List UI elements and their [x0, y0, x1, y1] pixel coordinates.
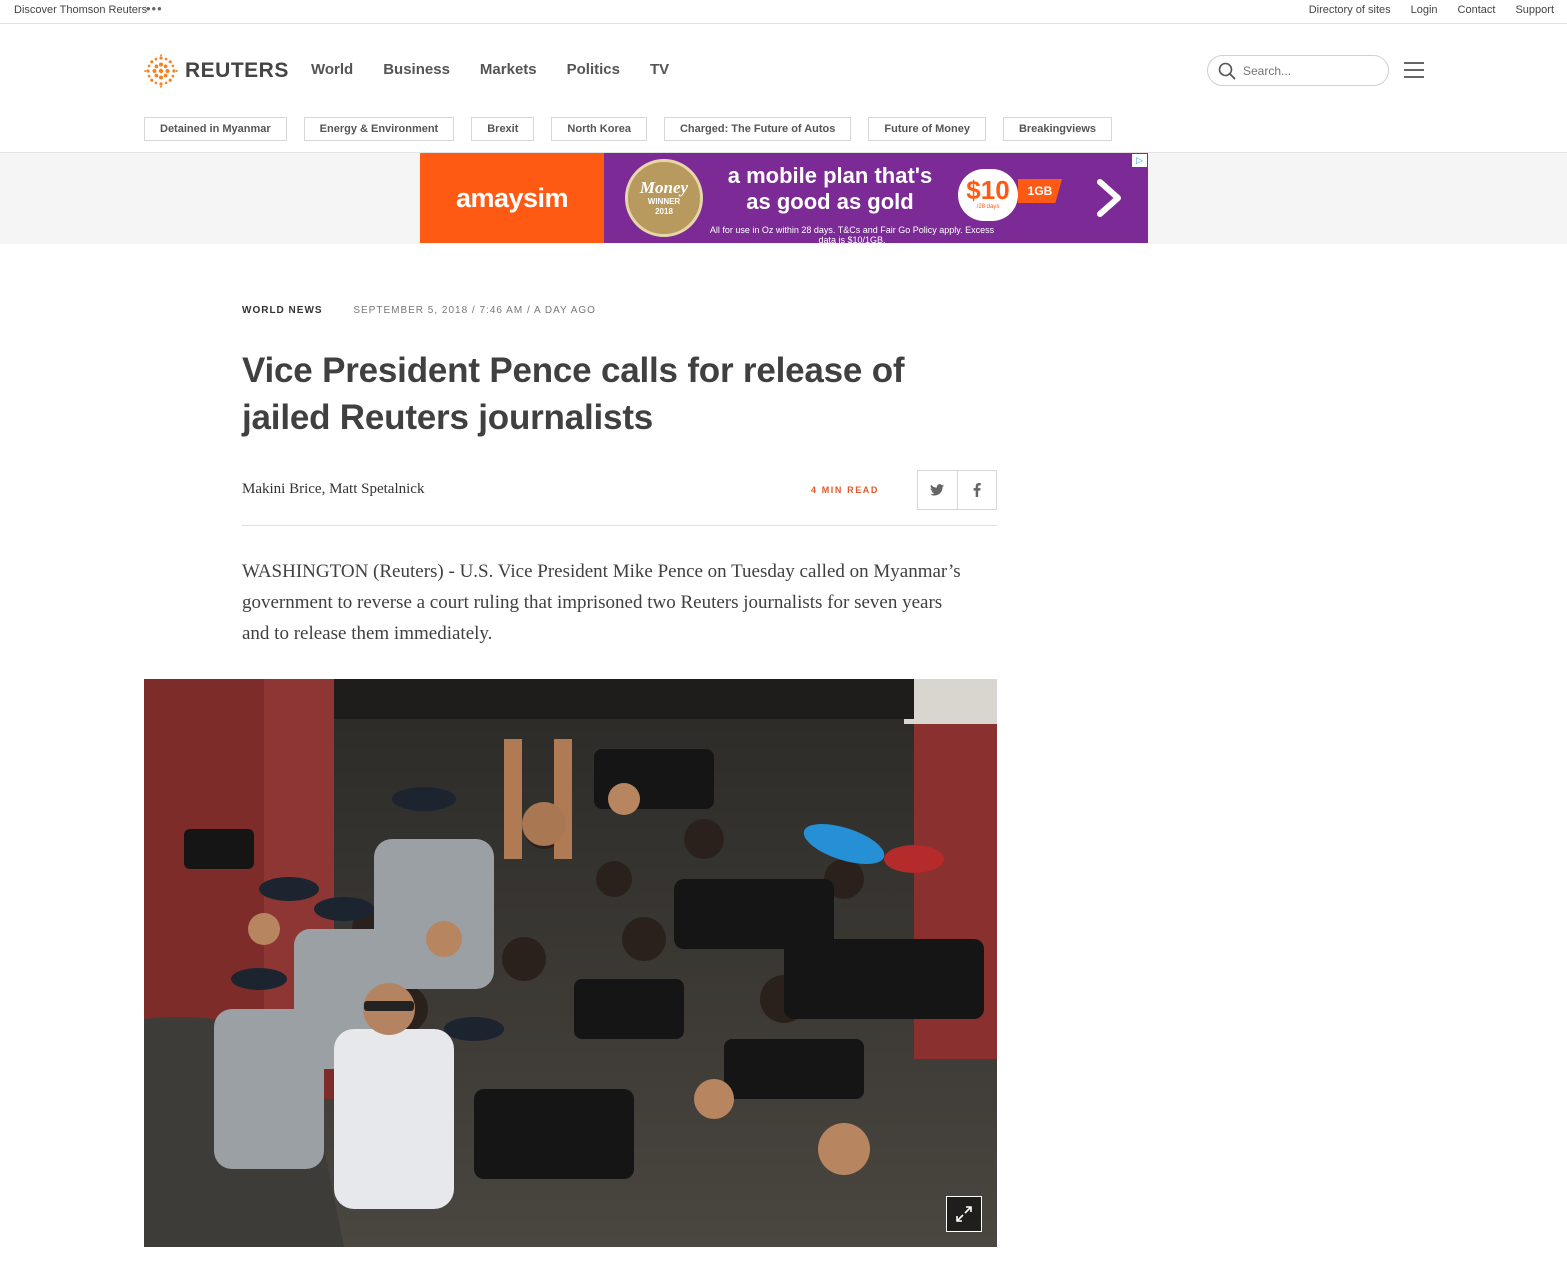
article-photo[interactable]: [144, 679, 997, 1247]
ad-brand-logo: amaysim: [420, 153, 604, 243]
expand-photo-button[interactable]: [946, 1196, 982, 1232]
article-meta: WORLD NEWS SEPTEMBER 5, 2018 / 7:46 AM /…: [242, 305, 596, 316]
ad-badge-winner: WINNER: [647, 197, 681, 206]
tag-brexit[interactable]: Brexit: [471, 117, 535, 141]
reuters-logo-mark-icon: [144, 54, 178, 88]
ad-headline-line1: a mobile plan that's: [727, 163, 933, 188]
ad-badge-title: Money: [639, 178, 689, 197]
discover-thomson-reuters-link[interactable]: Discover Thomson Reuters: [14, 4, 147, 16]
utility-bar: Discover Thomson Reuters ••• Directory o…: [0, 0, 1567, 24]
tag-energy-environment[interactable]: Energy & Environment: [303, 117, 455, 141]
article-dateline: SEPTEMBER 5, 2018 / 7:46 AM / A DAY AGO: [353, 305, 596, 316]
ad-fine-print: All for use in Oz within 28 days. T&Cs a…: [709, 225, 995, 243]
tag-north-korea[interactable]: North Korea: [551, 117, 647, 141]
amaysim-banner-ad[interactable]: amaysim Money WINNER 2018 a mobile plan …: [420, 153, 1148, 243]
ad-data-amount: 1GB: [1018, 179, 1062, 203]
utility-links: Directory of sites Login Contact Support: [1309, 4, 1554, 16]
ad-chevron-right-icon[interactable]: [1092, 176, 1126, 220]
ad-strip: amaysim Money WINNER 2018 a mobile plan …: [0, 153, 1567, 244]
press-crowd-photo-illustration: [144, 679, 997, 1247]
reuters-logo-text: REUTERS: [185, 59, 289, 82]
share-twitter-button[interactable]: [918, 471, 957, 509]
share-facebook-button[interactable]: [956, 471, 996, 509]
nav-item-world[interactable]: World: [311, 61, 353, 78]
ad-headline-line2: as good as gold: [746, 189, 914, 214]
expand-icon: [956, 1206, 972, 1222]
nav-item-tv[interactable]: TV: [650, 61, 669, 78]
menu-hamburger-icon[interactable]: [1404, 62, 1424, 80]
trending-tags: Detained in Myanmar Energy & Environment…: [144, 117, 1129, 141]
ad-price-value: $10: [966, 175, 1010, 205]
ad-price-period: /28 days: [976, 204, 1000, 210]
twitter-icon: [930, 484, 945, 496]
article-byline[interactable]: Makini Brice, Matt Spetalnick: [242, 481, 424, 498]
share-buttons: [917, 470, 997, 510]
article-section[interactable]: WORLD NEWS: [242, 305, 323, 316]
tag-breakingviews[interactable]: Breakingviews: [1002, 117, 1112, 141]
nav-item-business[interactable]: Business: [383, 61, 450, 78]
article-title: Vice President Pence calls for release o…: [242, 351, 905, 437]
tag-detained-in-myanmar[interactable]: Detained in Myanmar: [144, 117, 287, 141]
search-input[interactable]: [1243, 62, 1383, 80]
tag-future-of-autos[interactable]: Charged: The Future of Autos: [663, 117, 852, 141]
reuters-logo[interactable]: REUTERS: [144, 54, 289, 88]
ad-headline: a mobile plan that's as good as gold: [710, 163, 950, 215]
search-icon[interactable]: [1218, 62, 1236, 80]
tag-future-of-money[interactable]: Future of Money: [868, 117, 986, 141]
adchoices-icon[interactable]: ▷: [1132, 154, 1147, 167]
contact-link[interactable]: Contact: [1458, 4, 1496, 16]
ad-award-badge: Money WINNER 2018: [625, 159, 703, 237]
read-time: 4 MIN READ: [811, 485, 880, 495]
search-box[interactable]: [1207, 55, 1389, 86]
ad-price: $10 /28 days: [958, 169, 1018, 221]
facebook-icon: [973, 483, 981, 497]
login-link[interactable]: Login: [1411, 4, 1438, 16]
support-link[interactable]: Support: [1515, 4, 1554, 16]
more-dots-icon[interactable]: •••: [146, 1, 163, 16]
nav-item-politics[interactable]: Politics: [567, 61, 620, 78]
main-nav: World Business Markets Politics TV: [311, 61, 699, 78]
nav-item-markets[interactable]: Markets: [480, 61, 537, 78]
ad-badge-year: 2018: [655, 207, 673, 216]
article-lede: WASHINGTON (Reuters) - U.S. Vice Preside…: [242, 561, 961, 644]
directory-of-sites-link[interactable]: Directory of sites: [1309, 4, 1391, 16]
byline-divider: [242, 525, 997, 526]
